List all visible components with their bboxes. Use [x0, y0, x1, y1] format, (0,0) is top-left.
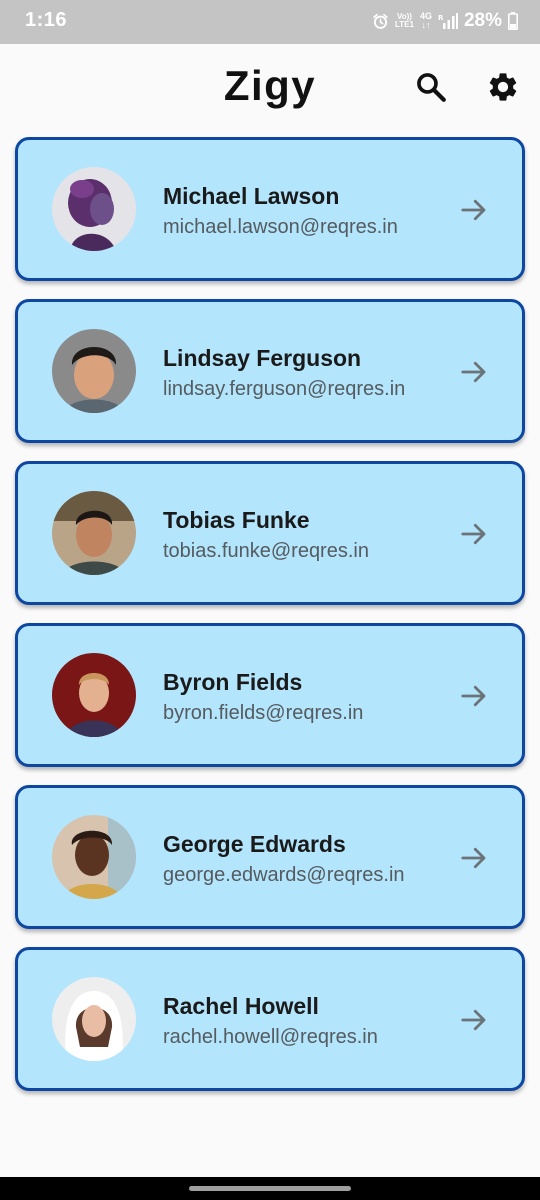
user-name: Michael Lawson: [163, 183, 340, 209]
avatar: [52, 815, 136, 899]
search-icon[interactable]: [414, 70, 448, 104]
arrow-right-icon: [461, 361, 486, 383]
status-time: 1:16: [25, 9, 68, 31]
arrow-right-icon: [461, 199, 486, 221]
arrow-right-icon: [461, 685, 486, 707]
user-card[interactable]: Tobias Funke tobias.funke@reqres.in: [15, 461, 525, 605]
svg-text:R: R: [438, 14, 444, 22]
volte-indicator: Vo)) LTE1: [394, 12, 414, 29]
arrow-right-icon: [461, 1009, 486, 1031]
settings-icon[interactable]: [486, 70, 520, 104]
user-email: michael.lawson@reqres.in: [163, 216, 398, 238]
app-title: Zigy: [223, 62, 317, 109]
alarm-icon: [373, 13, 388, 29]
user-name: Byron Fields: [163, 669, 303, 695]
app-bar: Zigy: [0, 44, 540, 128]
user-email: byron.fields@reqres.in: [163, 702, 364, 724]
user-name: Rachel Howell: [163, 993, 319, 1019]
avatar: [52, 491, 136, 575]
avatar: [52, 329, 136, 413]
battery-icon: [508, 12, 518, 30]
status-icons: Vo)) LTE1 4G ↓↑ R 28%: [372, 8, 518, 34]
avatar: [52, 653, 136, 737]
user-card[interactable]: Lindsay Ferguson lindsay.ferguson@reqres…: [15, 299, 525, 443]
status-bar: 1:16 Vo)) LTE1 4G ↓↑ R 28%: [0, 0, 540, 44]
user-name: George Edwards: [163, 831, 346, 857]
home-indicator[interactable]: [189, 1186, 351, 1191]
user-email: lindsay.ferguson@reqres.in: [163, 378, 406, 400]
arrow-right-icon: [461, 523, 486, 545]
avatar: [52, 977, 136, 1061]
avatar: [52, 167, 136, 251]
battery-level: 28%: [463, 10, 502, 31]
user-email: george.edwards@reqres.in: [163, 864, 405, 886]
navigation-bar: [0, 1177, 540, 1200]
user-email: rachel.howell@reqres.in: [163, 1026, 378, 1048]
user-card[interactable]: Michael Lawson michael.lawson@reqres.in: [15, 137, 525, 281]
user-name: Tobias Funke: [163, 507, 310, 533]
network-type-indicator: 4G ↓↑: [419, 11, 432, 30]
signal-icon: R: [438, 13, 458, 29]
user-card[interactable]: Rachel Howell rachel.howell@reqres.in: [15, 947, 525, 1091]
user-name: Lindsay Ferguson: [163, 345, 362, 371]
user-card[interactable]: Byron Fields byron.fields@reqres.in: [15, 623, 525, 767]
user-card[interactable]: George Edwards george.edwards@reqres.in: [15, 785, 525, 929]
user-email: tobias.funke@reqres.in: [163, 540, 369, 562]
arrow-right-icon: [461, 847, 486, 869]
